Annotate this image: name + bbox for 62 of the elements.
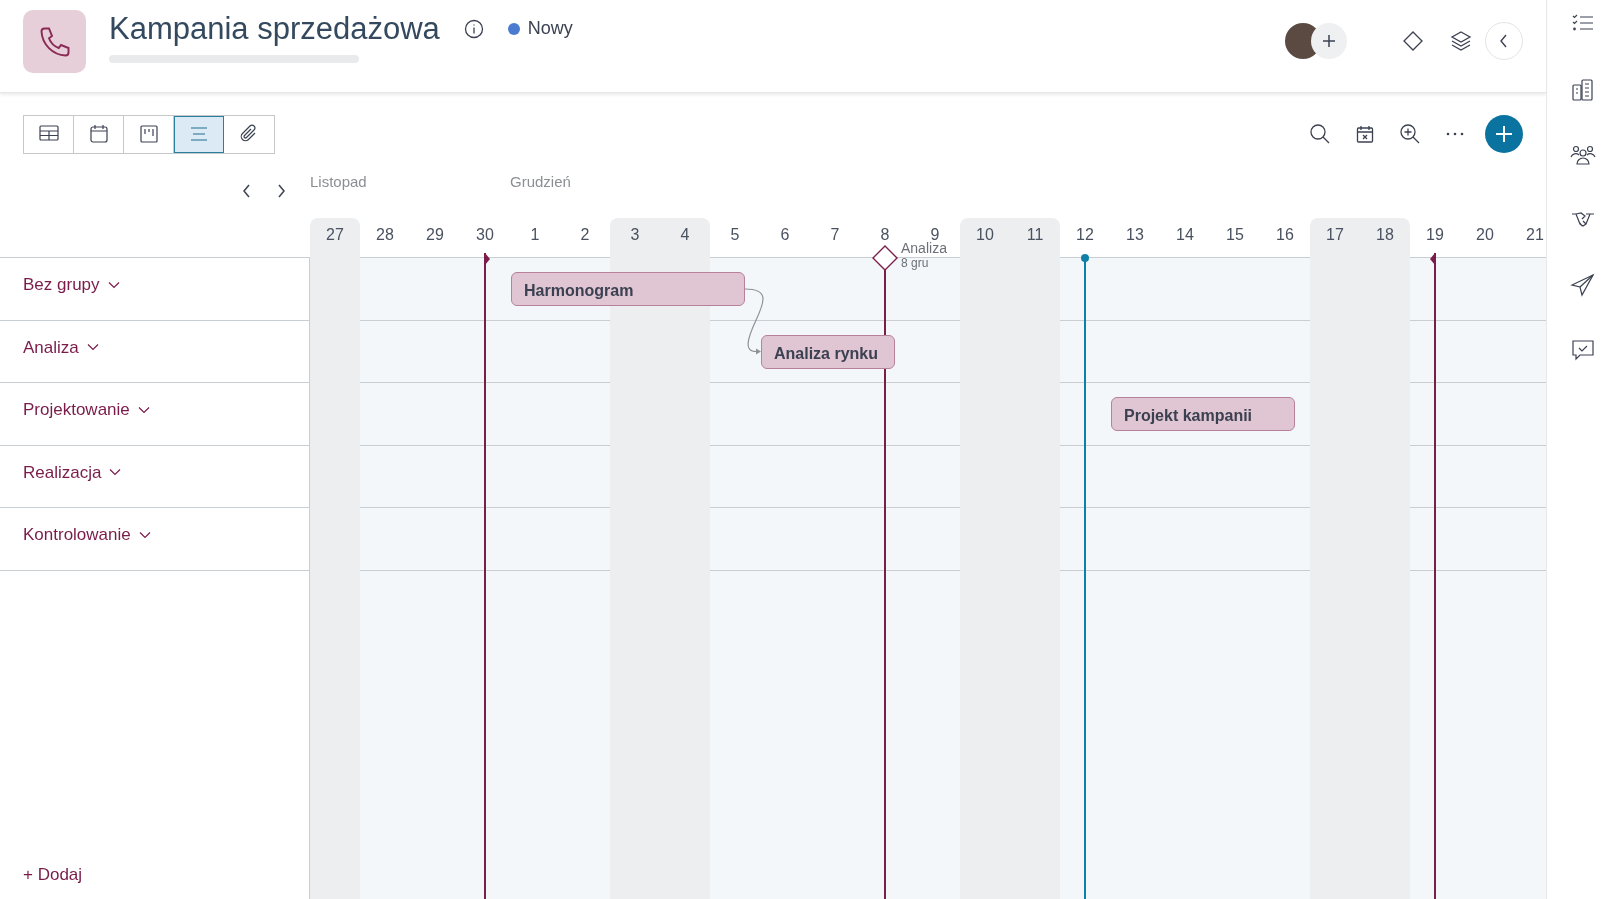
day-label: 11 bbox=[1026, 227, 1044, 243]
day-label: 17 bbox=[1326, 227, 1344, 243]
task-bar[interactable]: Analiza rynku bbox=[761, 334, 895, 369]
chevron-down-icon bbox=[109, 468, 122, 477]
day-label: 7 bbox=[830, 227, 840, 243]
milestone-label: Analiza bbox=[901, 241, 947, 255]
day-label: 9 bbox=[930, 227, 940, 243]
calendar-icon bbox=[87, 123, 110, 145]
add-button[interactable] bbox=[1485, 115, 1523, 153]
task-bar[interactable]: Harmonogram bbox=[511, 272, 745, 306]
group-toggle[interactable]: Kontrolowanie bbox=[23, 522, 151, 548]
plus-icon bbox=[1322, 34, 1336, 48]
page-title: Kampania sprzedażowa bbox=[109, 10, 440, 48]
paper-plane-icon bbox=[1569, 272, 1596, 298]
task-bar[interactable]: Projekt kampanii bbox=[1111, 397, 1295, 431]
board-icon bbox=[137, 123, 160, 145]
day-label: 13 bbox=[1126, 227, 1144, 243]
day-label: 3 bbox=[630, 227, 640, 243]
day-label: 30 bbox=[476, 227, 494, 243]
month-label: Grudzień bbox=[510, 172, 571, 192]
day-label: 18 bbox=[1376, 227, 1394, 243]
add-member-button[interactable] bbox=[1311, 23, 1347, 59]
day-label: 15 bbox=[1226, 227, 1244, 243]
plus-icon bbox=[1494, 124, 1514, 144]
group-toggle[interactable]: Projektowanie bbox=[23, 397, 150, 423]
info-icon[interactable] bbox=[463, 18, 484, 39]
search-icon bbox=[1309, 123, 1331, 145]
diamond-icon bbox=[1401, 29, 1425, 53]
day-label: 29 bbox=[426, 227, 444, 243]
day-label: 27 bbox=[326, 227, 344, 243]
day-label: 6 bbox=[780, 227, 790, 243]
buildings-icon bbox=[1569, 77, 1596, 103]
more-icon bbox=[1445, 131, 1465, 137]
add-group-link[interactable]: + Dodaj bbox=[23, 861, 83, 887]
list-view-tab[interactable] bbox=[174, 115, 224, 153]
layers-icon bbox=[1449, 29, 1473, 53]
milestone-date: 8 gru bbox=[901, 257, 929, 269]
chat-check-icon bbox=[1569, 337, 1596, 363]
day-label: 14 bbox=[1176, 227, 1194, 243]
month-label: Listopad bbox=[310, 172, 367, 192]
group-toggle[interactable]: Realizacja bbox=[23, 459, 122, 485]
chevron-down-icon bbox=[138, 530, 151, 539]
chevron-down-icon bbox=[107, 280, 120, 289]
day-label: 21 bbox=[1526, 227, 1544, 243]
day-label: 10 bbox=[976, 227, 994, 243]
day-label: 1 bbox=[530, 227, 540, 243]
group-toggle[interactable]: Analiza bbox=[23, 334, 99, 360]
calendar-x-icon bbox=[1355, 124, 1375, 144]
day-label: 2 bbox=[580, 227, 590, 243]
chevron-down-icon bbox=[86, 343, 99, 352]
day-label: 5 bbox=[730, 227, 740, 243]
day-label: 19 bbox=[1426, 227, 1444, 243]
group-toggle[interactable]: Bez grupy bbox=[23, 272, 120, 298]
day-label: 12 bbox=[1076, 227, 1094, 243]
status-label[interactable]: Nowy bbox=[527, 15, 573, 43]
day-label: 4 bbox=[680, 227, 690, 243]
day-label: 8 bbox=[880, 227, 890, 243]
zoom-in-icon bbox=[1399, 123, 1421, 145]
day-label: 20 bbox=[1476, 227, 1494, 243]
day-label: 16 bbox=[1276, 227, 1294, 243]
day-label: 28 bbox=[376, 227, 394, 243]
chevron-down-icon bbox=[137, 405, 150, 414]
